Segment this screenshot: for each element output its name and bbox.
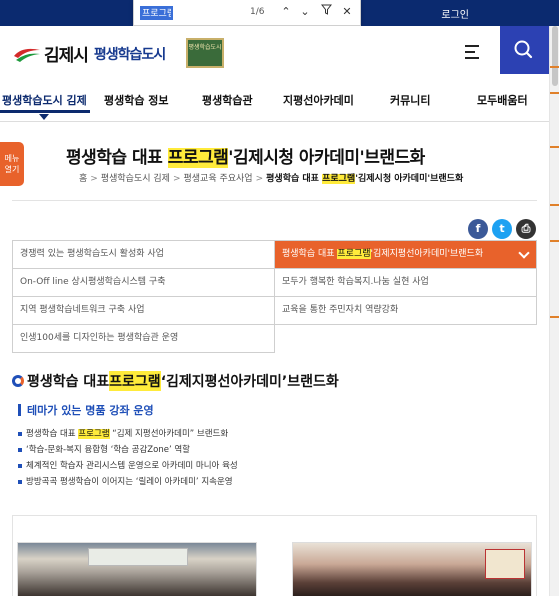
- bullet-square-icon: [18, 432, 22, 436]
- submenu-empty-cell: [275, 325, 537, 353]
- bullet-square-icon: [18, 464, 22, 468]
- nav-active-indicator: [0, 110, 90, 113]
- submenu-item[interactable]: 인생100세를 디자인하는 평생학습관 운영: [13, 325, 275, 353]
- submenu-item[interactable]: 지역 평생학습네트워크 구축 사업: [13, 297, 275, 325]
- find-match-marker: [550, 240, 559, 242]
- breadcrumb-item[interactable]: 평생학습도시 김제: [101, 174, 170, 184]
- find-input[interactable]: [140, 5, 173, 20]
- scrollbar-thumb[interactable]: [552, 26, 558, 86]
- facebook-icon: f: [475, 222, 481, 235]
- feature-list: 평생학습 대표 프로그램 “김제 지평선아카데미” 브랜드화 ‘학습-문화-복지…: [18, 428, 238, 492]
- find-next-button[interactable]: ⌄: [297, 4, 313, 20]
- find-count: 1/6: [250, 7, 265, 17]
- submenu-item-active[interactable]: 평생학습 대표 프로그램'김제지평선아카데미'브랜드화: [275, 241, 537, 269]
- badge-text: 평생학습도시: [188, 44, 222, 51]
- caret-down-icon: [39, 114, 49, 120]
- chevron-down-icon: [518, 247, 530, 259]
- event-banner: [485, 549, 525, 579]
- search-icon: [514, 40, 533, 59]
- page-scrollbar[interactable]: [549, 26, 559, 596]
- search-button[interactable]: [500, 26, 549, 74]
- submenu-item[interactable]: 교육을 통한 주민자치 역량강화: [275, 297, 537, 325]
- list-item: 체계적인 학습자 관리시스템 운영으로 아카데미 마니아 육성: [18, 460, 238, 476]
- find-match-marker: [550, 204, 559, 206]
- breadcrumb-item[interactable]: 평생교육 주요사업: [183, 174, 252, 184]
- find-close-button[interactable]: ✕: [339, 4, 355, 20]
- twitter-icon: t: [499, 222, 505, 235]
- print-button[interactable]: ⎙: [516, 219, 536, 239]
- divider: [12, 200, 537, 201]
- find-previous-button[interactable]: ⌃: [278, 4, 294, 20]
- bullet-square-icon: [18, 480, 22, 484]
- find-highlight: 프로그램: [109, 371, 161, 391]
- login-link[interactable]: 로그인: [441, 6, 469, 21]
- find-match-marker: [550, 146, 559, 148]
- nav-item-learning-place[interactable]: 모두배움터: [477, 92, 528, 108]
- find-filter-icon[interactable]: [318, 4, 334, 20]
- stage-screen: [88, 548, 188, 566]
- site-logo[interactable]: 김제시 평생학습도시: [12, 41, 166, 66]
- sub-menu: 경쟁력 있는 평생학습도시 활성화 사업 평생학습 대표 프로그램'김제지평선아…: [12, 240, 537, 353]
- bullet-square-icon: [18, 448, 22, 452]
- find-highlight: 프로그램: [167, 148, 229, 168]
- find-bar: 1/6 ⌃ ⌄ ✕: [133, 0, 361, 26]
- nav-item-learning-info[interactable]: 평생학습 정보: [104, 92, 169, 108]
- find-match-marker: [550, 92, 559, 94]
- hamburger-icon: [465, 45, 479, 47]
- list-item: ‘학습-문화-복지 융합형 ‘학습 공감Zone’ 역할: [18, 444, 238, 460]
- site-header: 김제시 평생학습도시 평생학습도시: [0, 26, 549, 78]
- list-item: 방방곡곡 평생학습이 이어지는 ‘릴레이 아카데미’ 지속운영: [18, 476, 238, 492]
- lifelong-city-badge: 평생학습도시: [186, 38, 224, 68]
- lecture-hall-photo[interactable]: [17, 542, 257, 596]
- facebook-share-button[interactable]: f: [468, 219, 488, 239]
- sub-title: 테마가 있는 명품 강좌 운영: [18, 402, 154, 418]
- logo-subtitle: 평생학습도시: [93, 46, 166, 63]
- breadcrumb-home[interactable]: 홈: [79, 174, 87, 184]
- breadcrumb-current: 평생학습 대표 프로그램'김제시청 아카데미'브랜드화: [266, 174, 464, 184]
- sub-title-bar: [18, 404, 21, 416]
- submenu-item[interactable]: 모두가 행복한 학습복지.나눔 실현 사업: [275, 269, 537, 297]
- logo-city-name: 김제시: [44, 46, 89, 66]
- main-nav: 평생학습도시 김제 평생학습 정보 평생학습관 지평선아카데미 커뮤니티 모두배…: [0, 78, 549, 122]
- nav-item-academy[interactable]: 지평선아카데미: [283, 92, 354, 108]
- nav-item-lifelong-city[interactable]: 평생학습도시 김제: [2, 92, 87, 108]
- twitter-share-button[interactable]: t: [492, 219, 512, 239]
- page-title: 평생학습 대표 프로그램'김제시청 아카데미'브랜드화: [66, 148, 425, 168]
- find-match-marker: [550, 316, 559, 318]
- nav-item-community[interactable]: 커뮤니티: [390, 92, 430, 108]
- nav-item-learning-center[interactable]: 평생학습관: [202, 92, 253, 108]
- find-match-marker: [550, 66, 559, 68]
- section-title: 평생학습 대표 프로그램 ‘김제지평선아카데미’브랜드화: [12, 371, 339, 391]
- hamburger-menu-button[interactable]: [460, 39, 486, 65]
- submenu-item[interactable]: On-Off line 상시평생학습시스템 구축: [13, 269, 275, 297]
- menu-open-button[interactable]: 메뉴 열기: [0, 142, 24, 186]
- list-item: 평생학습 대표 프로그램 “김제 지평선아카데미” 브랜드화: [18, 428, 238, 444]
- section-circle-icon: [12, 375, 24, 387]
- logo-mark-icon: [12, 44, 42, 64]
- event-photo[interactable]: [292, 542, 532, 596]
- print-icon: ⎙: [521, 222, 531, 235]
- submenu-item[interactable]: 경쟁력 있는 평생학습도시 활성화 사업: [13, 241, 275, 269]
- breadcrumb: 홈 > 평생학습도시 김제 > 평생교육 주요사업 > 평생학습 대표 프로그램'김제시청 …: [79, 174, 464, 184]
